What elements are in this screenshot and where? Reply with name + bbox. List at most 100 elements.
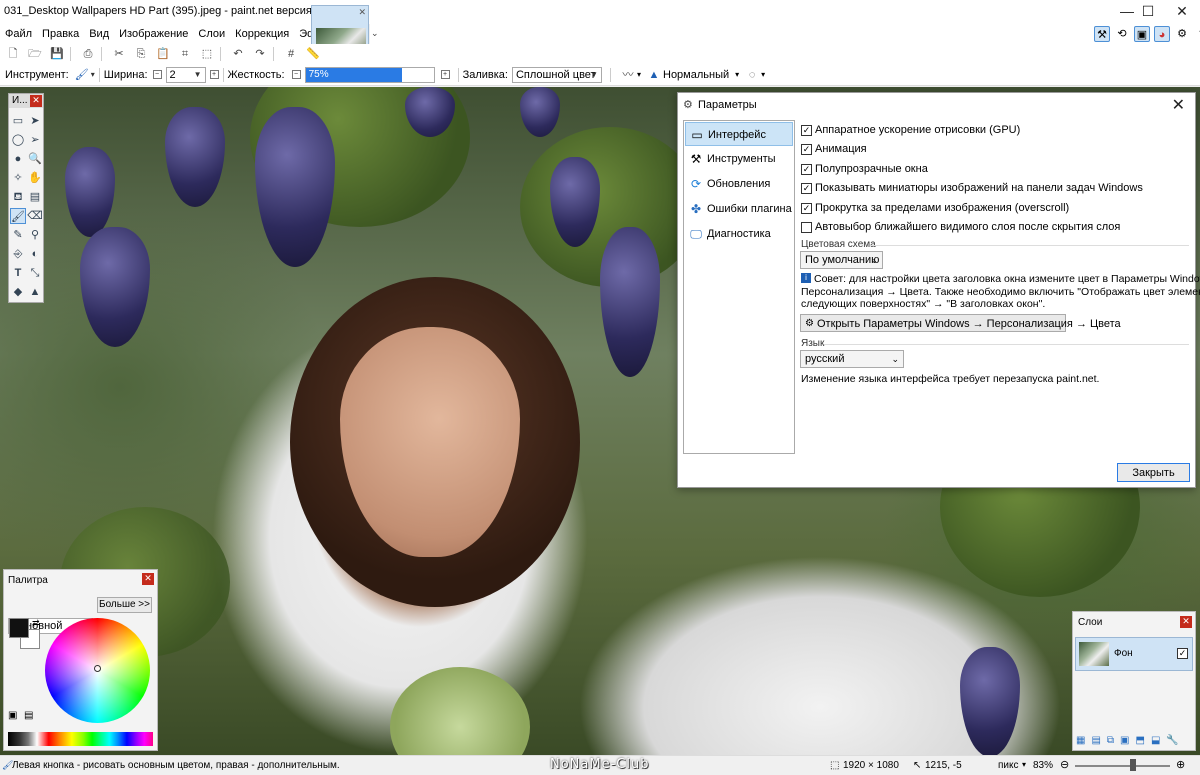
menu-view[interactable]: Вид xyxy=(84,24,114,44)
units-dropdown-icon[interactable]: ▾ xyxy=(1022,760,1026,769)
zoom-out-icon[interactable]: ⊖ xyxy=(1060,758,1069,771)
pan-icon[interactable]: ✋ xyxy=(27,170,43,186)
dialog-close-icon[interactable]: ✕ xyxy=(1172,95,1185,115)
text-tool-icon[interactable]: T xyxy=(10,265,26,281)
units-select[interactable]: пикс xyxy=(998,760,1019,771)
blend-mode-value[interactable]: Нормальный xyxy=(663,69,729,81)
nav-item-diagnostics[interactable]: 🖵 Диагностика xyxy=(685,222,793,246)
checkbox[interactable]: ✓ xyxy=(801,143,812,155)
merge-layer-icon[interactable]: ▣ xyxy=(1120,735,1129,746)
zoom-slider[interactable] xyxy=(1075,765,1170,767)
help-icon[interactable]: ? xyxy=(1194,26,1200,42)
zoom-slider-thumb[interactable] xyxy=(1130,759,1136,771)
blend-mode-dropdown-icon[interactable]: ▾ xyxy=(735,70,739,79)
antialiasing-dropdown-icon[interactable]: ▾ xyxy=(637,70,641,79)
width-decrease-icon[interactable]: − xyxy=(152,70,162,79)
blend-mode-icon[interactable]: ▲ xyxy=(645,67,663,83)
close-button[interactable]: Закрыть xyxy=(1117,463,1190,482)
tools-toggle-icon[interactable]: ⚒ xyxy=(1094,26,1110,42)
palette-color-strip[interactable] xyxy=(8,732,153,746)
nav-item-plugin-errors[interactable]: ✤ Ошибки плагина xyxy=(685,197,793,221)
antialiasing-icon[interactable]: 〰 xyxy=(619,67,637,83)
ellipse-select-icon[interactable]: ● xyxy=(10,151,26,167)
nav-item-interface[interactable]: ▭ Интерфейс xyxy=(685,122,793,146)
recolor-icon[interactable]: ◐ xyxy=(27,246,43,262)
move-down-icon[interactable]: ⬓ xyxy=(1151,735,1160,746)
shapes-secondary-icon[interactable]: ▲ xyxy=(27,284,43,300)
layer-row[interactable]: Фон ✓ xyxy=(1075,637,1193,671)
paintbrush-tool-icon[interactable]: 🖌 xyxy=(10,208,26,224)
paint-bucket-icon[interactable]: ⛾ xyxy=(10,189,26,205)
save-icon[interactable]: 💾 xyxy=(48,46,66,62)
menu-image[interactable]: Изображение xyxy=(114,24,193,44)
tab-list-chevron-icon[interactable]: ⌄ xyxy=(371,28,379,39)
zoom-in-icon[interactable]: ⊕ xyxy=(1176,758,1185,771)
paintbrush-icon[interactable]: 🖌 xyxy=(73,67,91,83)
width-select[interactable]: 2 ▼ xyxy=(165,66,206,83)
add-layer-icon[interactable]: ▦ xyxy=(1076,735,1085,746)
menu-edit[interactable]: Правка xyxy=(37,24,84,44)
move-up-icon[interactable]: ⬒ xyxy=(1136,735,1145,746)
magic-wand-icon[interactable]: ✧ xyxy=(10,170,26,186)
move-selected-icon[interactable]: ➤ xyxy=(27,113,43,129)
nav-item-updates[interactable]: ⟳ Обновления xyxy=(685,172,793,196)
nav-item-tools[interactable]: ⚒ Инструменты xyxy=(685,147,793,171)
tab-close-icon[interactable]: ✕ xyxy=(358,7,366,18)
option-taskbar-thumbnails[interactable]: ✓ Показывать миниатюры изображений на пан… xyxy=(801,182,1143,194)
color-wheel-marker[interactable] xyxy=(94,665,101,672)
line-curve-icon[interactable]: ⤡ xyxy=(27,265,43,281)
hardness-slider[interactable]: 75% xyxy=(304,66,435,83)
gradient-icon[interactable]: ▤ xyxy=(27,189,43,205)
color-wheel[interactable] xyxy=(45,618,150,723)
duplicate-layer-icon[interactable]: ⧉ xyxy=(1107,735,1114,746)
close-window-button[interactable]: ✕ xyxy=(1162,0,1200,24)
checkbox[interactable] xyxy=(801,221,812,233)
crop-icon[interactable]: ⌗ xyxy=(176,46,194,62)
menu-adjustments[interactable]: Коррекция xyxy=(230,24,294,44)
checkbox[interactable]: ✓ xyxy=(801,124,812,136)
swap-colors-icon[interactable]: ⇄ xyxy=(32,618,40,629)
menu-file[interactable]: Файл xyxy=(0,24,37,44)
zoom-icon[interactable]: 🔍 xyxy=(27,151,43,167)
language-select[interactable]: русский ⌄ xyxy=(800,350,904,368)
tools-close-button[interactable]: ✕ xyxy=(30,95,42,107)
hardness-increase-icon[interactable]: + xyxy=(440,70,450,79)
redo-icon[interactable]: ↷ xyxy=(251,46,269,62)
paste-icon[interactable]: 📋 xyxy=(154,46,172,62)
color-scheme-select[interactable]: По умолчанию ⌄ xyxy=(800,251,883,269)
grid-icon[interactable]: # xyxy=(282,46,300,62)
deselect-icon[interactable]: ⬚ xyxy=(198,46,216,62)
width-increase-icon[interactable]: + xyxy=(209,70,219,79)
print-icon[interactable]: ⎙ xyxy=(79,46,97,62)
new-file-icon[interactable]: 🗋 xyxy=(4,46,22,62)
zoom-level[interactable]: 83% xyxy=(1033,760,1053,771)
rectangle-select-icon[interactable]: ▭ xyxy=(10,113,26,129)
option-translucent[interactable]: ✓ Полупрозрачные окна xyxy=(801,163,928,175)
option-overscroll[interactable]: ✓ Прокрутка за пределами изображения (ove… xyxy=(801,202,1069,214)
ruler-icon[interactable]: 📏 xyxy=(304,46,322,62)
copy-icon[interactable]: ⎘ xyxy=(132,46,150,62)
color-picker-icon[interactable]: ⚲ xyxy=(27,227,43,243)
open-windows-settings-button[interactable]: ⚙ Открыть Параметры Windows → Персонализ… xyxy=(800,314,1121,332)
delete-layer-icon[interactable]: ▤ xyxy=(1091,735,1100,746)
option-animation[interactable]: ✓ Анимация xyxy=(801,143,867,155)
palette-more-button[interactable]: Больше >> xyxy=(97,597,152,613)
option-auto-select-layer[interactable]: Автовыбор ближайшего видимого слоя после… xyxy=(801,221,1120,233)
hardness-decrease-icon[interactable]: − xyxy=(291,70,301,79)
lasso-icon[interactable]: ◯ xyxy=(10,132,26,148)
shapes-icon[interactable]: ◆ xyxy=(10,284,26,300)
selection-mode-dropdown-icon[interactable]: ▾ xyxy=(761,70,765,79)
checkbox[interactable]: ✓ xyxy=(801,163,812,175)
option-gpu[interactable]: ✓ Аппаратное ускорение отрисовки (GPU) xyxy=(801,124,1020,136)
pencil-icon[interactable]: ✎ xyxy=(10,227,26,243)
checkbox[interactable]: ✓ xyxy=(801,182,812,194)
undo-icon[interactable]: ↶ xyxy=(229,46,247,62)
colors-toggle-icon[interactable]: ◕ xyxy=(1154,26,1170,42)
history-toggle-icon[interactable]: ⟲ xyxy=(1114,26,1130,42)
palette-close-button[interactable]: ✕ xyxy=(142,573,154,585)
palette-menu-icon[interactable]: ▣ xyxy=(8,710,17,721)
checkbox[interactable]: ✓ xyxy=(801,202,812,214)
layers-close-button[interactable]: ✕ xyxy=(1180,616,1192,628)
cut-icon[interactable]: ✂ xyxy=(110,46,128,62)
layer-properties-icon[interactable]: 🔧 xyxy=(1166,735,1178,746)
